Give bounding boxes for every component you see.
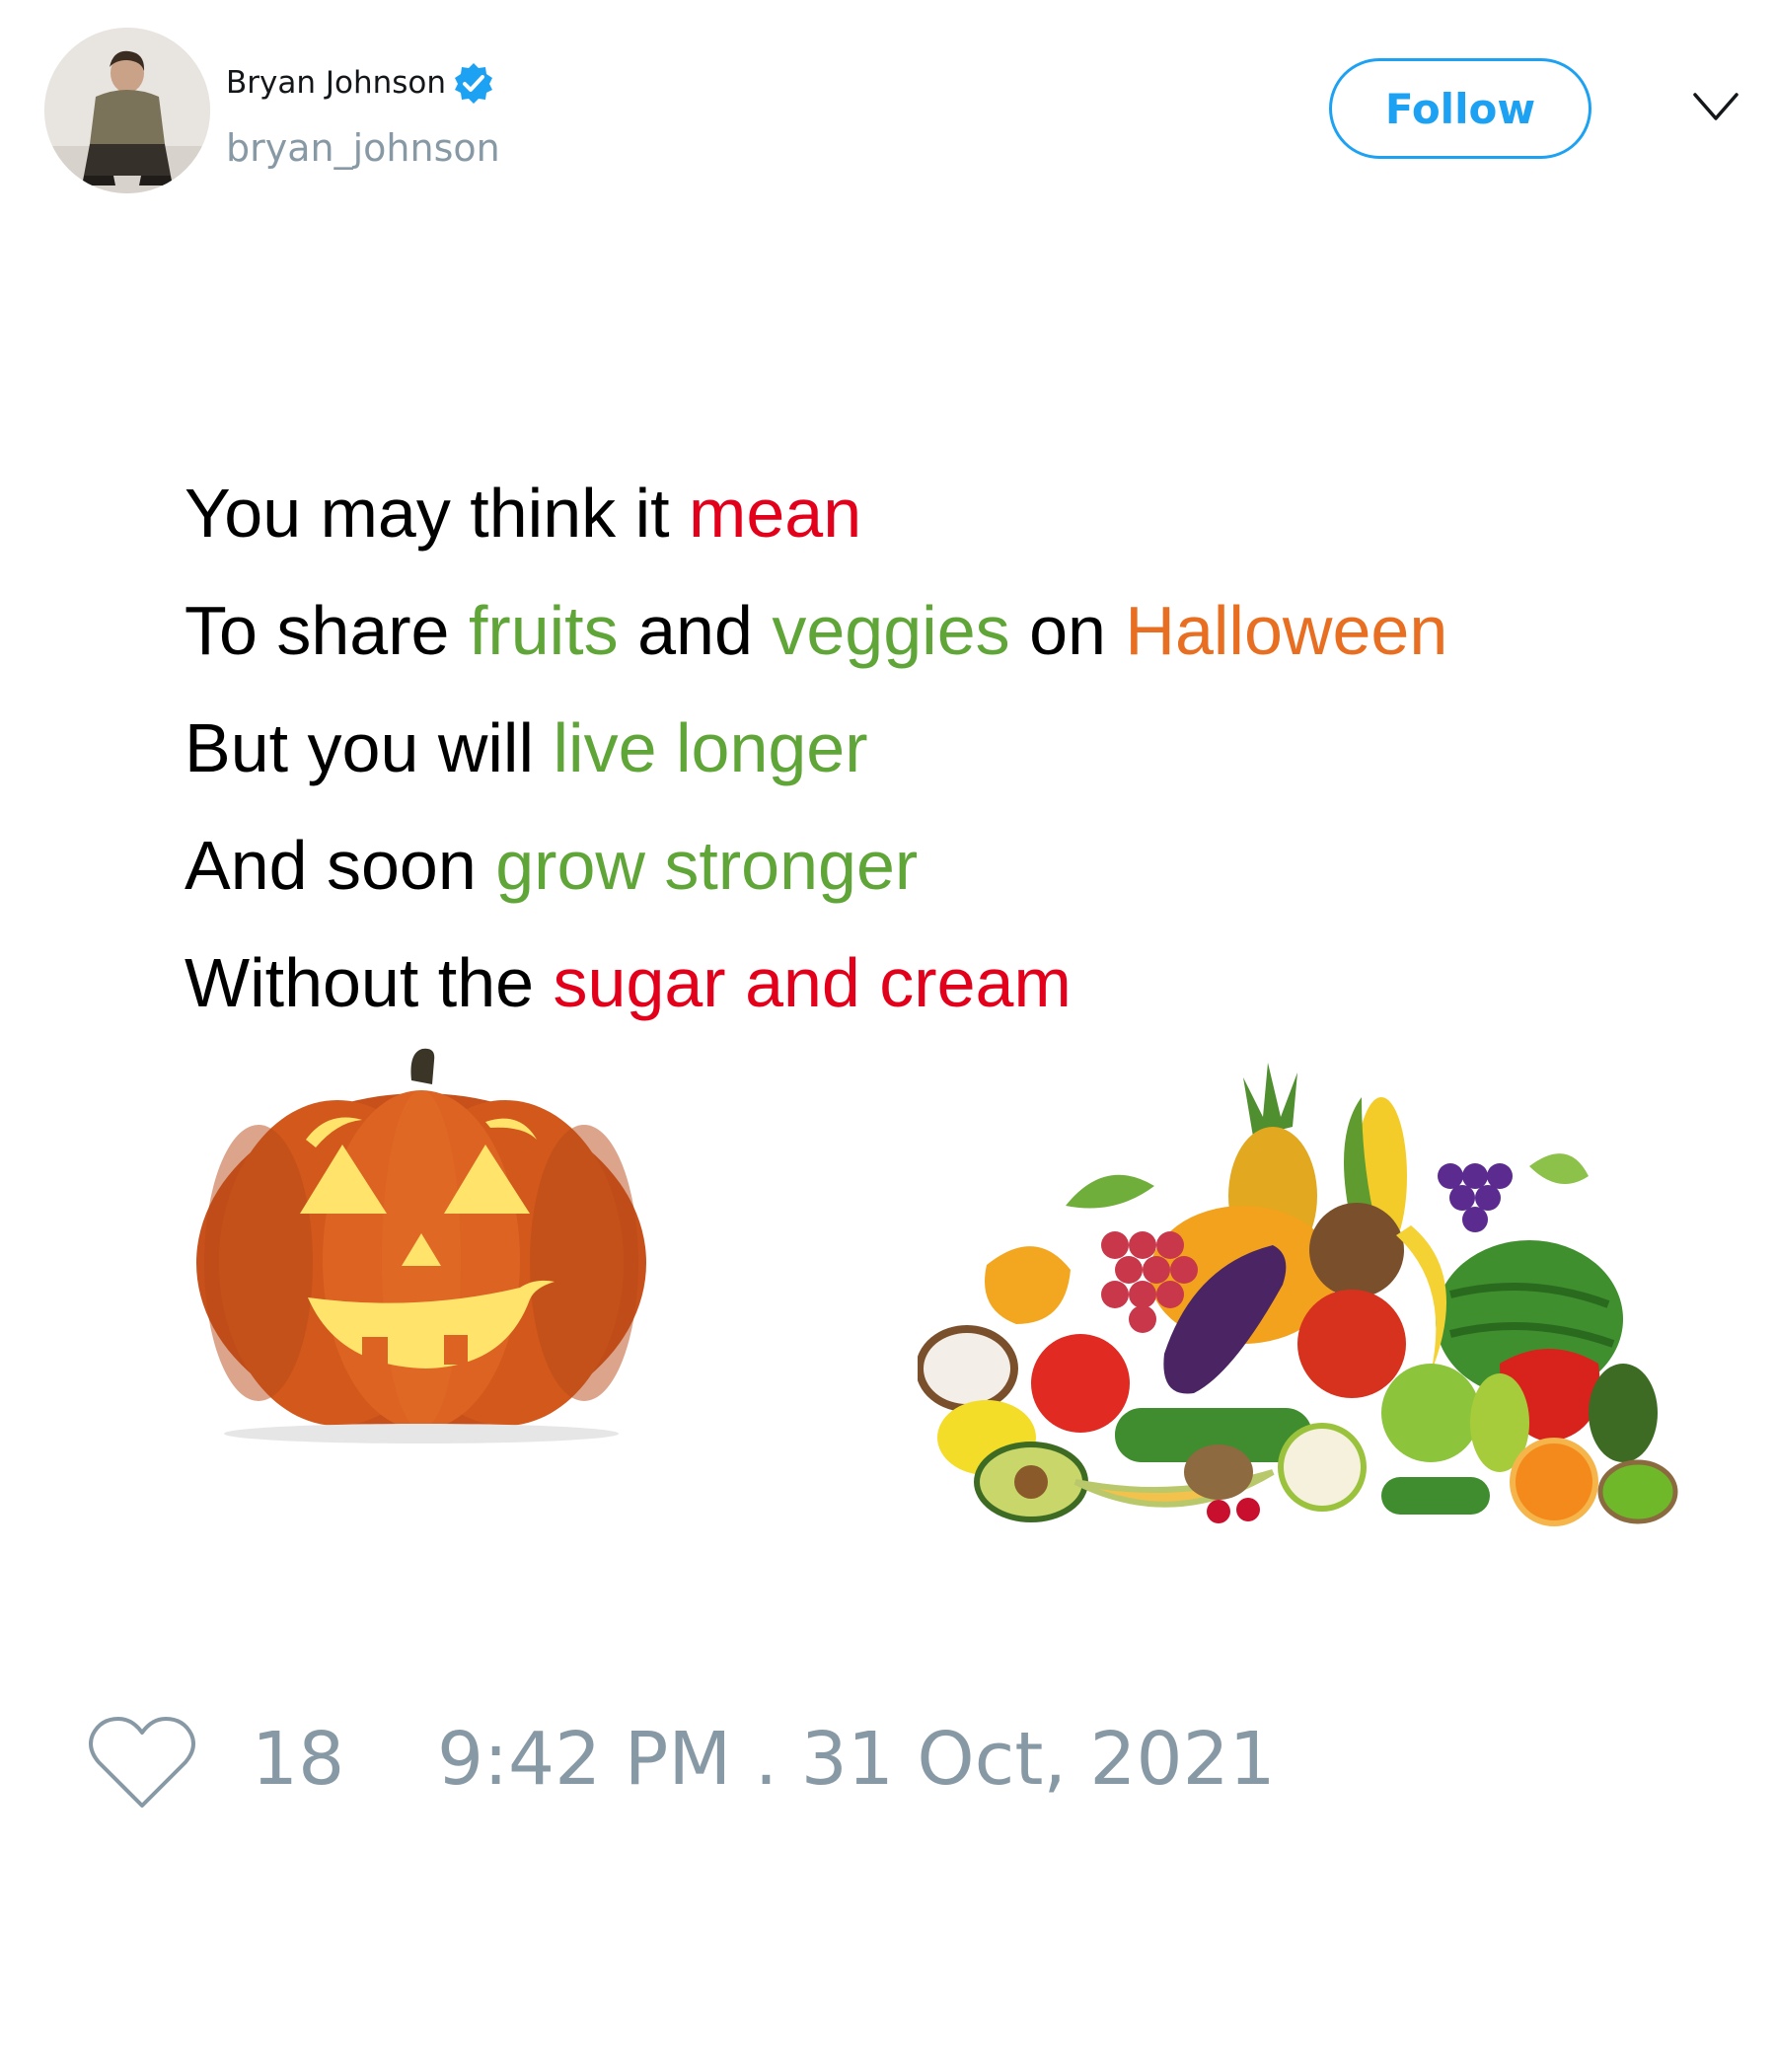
poem-line: To share fruits and veggies on Halloween	[185, 581, 1447, 699]
poem-segment: on	[1009, 592, 1126, 669]
like-count: 18	[252, 1717, 345, 1802]
poem-line: And soon grow stronger	[185, 816, 1447, 933]
poem-line: You may think it mean	[185, 464, 1447, 581]
poem-segment: mean	[689, 475, 862, 552]
poem-segment: and	[618, 592, 773, 669]
verified-badge-icon	[455, 63, 493, 104]
poem-segment: And soon	[185, 827, 496, 904]
poem-segment: grow stronger	[495, 827, 919, 904]
fruit-and-vegetable-pile-image	[918, 1063, 1678, 1526]
poem-line: Without the sugar and cream	[185, 933, 1447, 1051]
jack-o-lantern-image	[196, 1048, 646, 1443]
poem-text: You may think it mean To share fruits and…	[185, 464, 1447, 1051]
follow-button[interactable]: Follow	[1329, 58, 1591, 159]
chevron-down-icon[interactable]	[1692, 91, 1739, 124]
author-name[interactable]: Bryan Johnson	[226, 61, 495, 105]
poem-segment: But you will	[185, 709, 554, 786]
poem-segment: sugar and cream	[553, 944, 1072, 1021]
avatar[interactable]	[44, 28, 210, 193]
poem-segment: Halloween	[1125, 592, 1448, 669]
poem-segment: veggies	[772, 592, 1010, 669]
poem-segment: Without the	[185, 944, 554, 1021]
poem-segment: You may think it	[185, 475, 690, 552]
avatar-photo	[44, 28, 210, 193]
author-handle[interactable]: bryan_johnson	[226, 126, 500, 170]
tweet-timestamp[interactable]: 9:42 PM . 31 Oct, 2021	[437, 1717, 1276, 1802]
poem-segment: To share	[185, 592, 469, 669]
author-name-label: Bryan Johnson	[226, 65, 447, 101]
poem-line: But you will live longer	[185, 699, 1447, 816]
poem-segment: live longer	[553, 709, 868, 786]
heart-outline-icon[interactable]	[87, 1715, 197, 1813]
poem-segment: fruits	[468, 592, 619, 669]
